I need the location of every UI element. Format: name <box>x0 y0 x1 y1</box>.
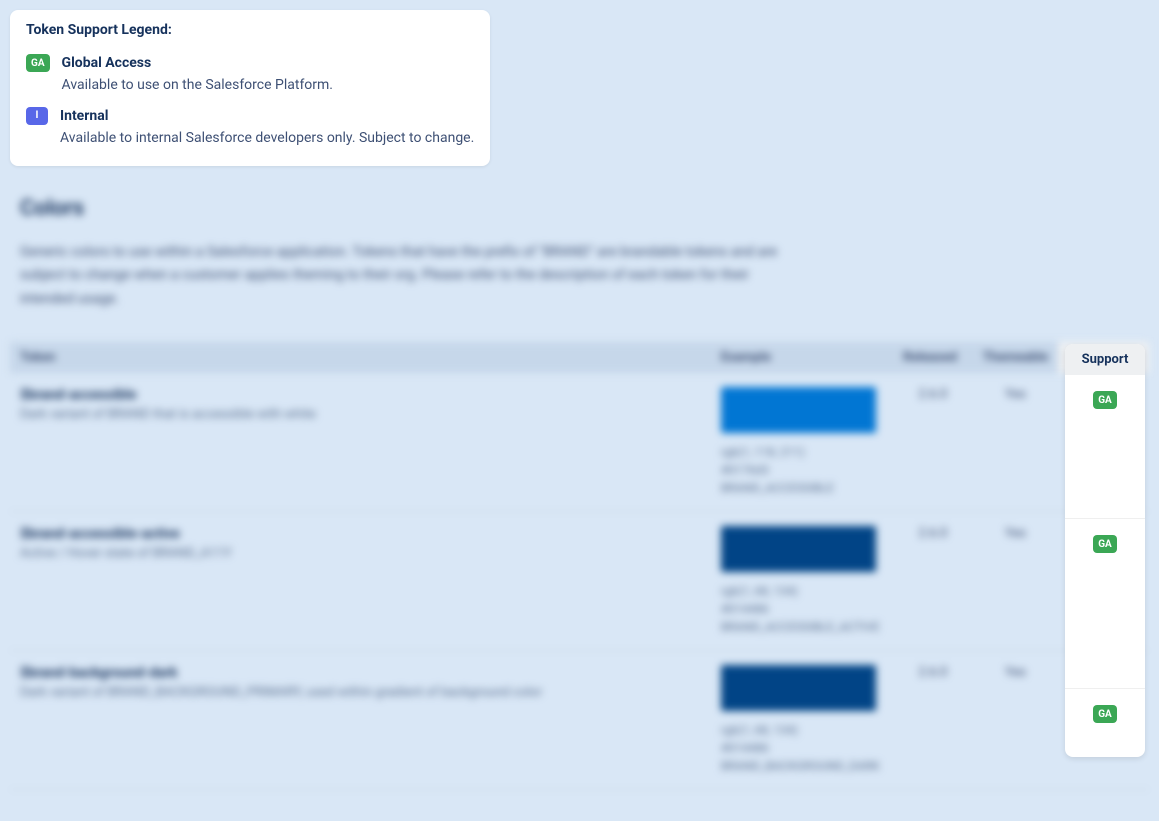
released-cell: 2.6.0 <box>893 650 973 789</box>
token-desc: Dark variant of BRAND_BACKGROUND_PRIMARY… <box>20 685 701 700</box>
badge-i-icon: I <box>26 107 48 125</box>
badge-ga-icon: GA <box>1093 535 1117 553</box>
legend-item-ga: GA Global Access Available to use on the… <box>26 52 474 97</box>
badge-ga-icon: GA <box>26 54 50 72</box>
section-heading: Colors <box>10 196 1149 221</box>
table-row: $brand-accessible-active Active / Hover … <box>10 511 1149 650</box>
color-rgb: rgb(1, 68, 134) <box>721 721 883 739</box>
token-desc: Dark variant of BRAND that is accessible… <box>20 407 701 422</box>
color-values: rgb(1, 68, 134) #014486 BRAND_BACKGROUND… <box>721 721 883 775</box>
support-cell: GA <box>1065 689 1145 757</box>
token-cell: $brand-accessible Dark variant of BRAND … <box>10 373 711 512</box>
token-table: Token Example Released Themeable Support… <box>10 342 1149 790</box>
legend-text: Global Access Available to use on the Sa… <box>62 52 333 97</box>
support-cell: GA <box>1065 519 1145 689</box>
legend-item-internal: I Internal Available to internal Salesfo… <box>26 105 474 150</box>
example-cell: rgb(1, 68, 134) #014486 BRAND_BACKGROUND… <box>711 650 893 789</box>
token-name: $brand-background-dark <box>20 665 701 681</box>
token-cell: $brand-background-dark Dark variant of B… <box>10 650 711 789</box>
token-cell: $brand-accessible-active Active / Hover … <box>10 511 711 650</box>
color-hex: #014486 <box>721 600 883 618</box>
color-values: rgb(1, 118, 211) #0176d3 BRAND_ACCESSIBL… <box>721 443 883 497</box>
token-name: $brand-accessible-active <box>20 526 701 542</box>
color-constant: BRAND_ACCESSIBLE_ACTIVE <box>721 618 883 636</box>
blurred-background: Colors Generic colors to use within a Sa… <box>10 196 1149 790</box>
themeable-cell: Yes <box>973 650 1058 789</box>
legend-name: Internal <box>60 105 474 127</box>
example-cell: rgb(1, 118, 211) #0176d3 BRAND_ACCESSIBL… <box>711 373 893 512</box>
legend-desc: Available to use on the Salesforce Platf… <box>62 74 333 96</box>
token-desc: Active / Hover state of BRAND_A11Y <box>20 546 701 561</box>
color-values: rgb(1, 68, 134) #014486 BRAND_ACCESSIBLE… <box>721 582 883 636</box>
color-swatch <box>721 387 876 433</box>
color-constant: BRAND_ACCESSIBLE <box>721 479 883 497</box>
legend-card: Token Support Legend: GA Global Access A… <box>10 10 490 166</box>
color-swatch <box>721 526 876 572</box>
example-cell: rgb(1, 68, 134) #014486 BRAND_ACCESSIBLE… <box>711 511 893 650</box>
section-description: Generic colors to use within a Salesforc… <box>10 241 790 312</box>
support-header-overlay: Support <box>1065 344 1145 375</box>
table-header-row: Token Example Released Themeable Support <box>10 342 1149 373</box>
badge-ga-icon: GA <box>1093 705 1117 723</box>
header-released: Released <box>893 342 973 373</box>
badge-ga-icon: GA <box>1093 391 1117 409</box>
table-row: $brand-accessible Dark variant of BRAND … <box>10 373 1149 512</box>
legend-text: Internal Available to internal Salesforc… <box>60 105 474 150</box>
themeable-cell: Yes <box>973 373 1058 512</box>
themeable-cell: Yes <box>973 511 1058 650</box>
header-themeable: Themeable <box>973 342 1058 373</box>
color-swatch <box>721 665 876 711</box>
support-column-overlay: Support GA GA GA <box>1065 344 1145 757</box>
token-name: $brand-accessible <box>20 387 701 403</box>
released-cell: 2.6.0 <box>893 373 973 512</box>
header-token: Token <box>10 342 711 373</box>
color-hex: #0176d3 <box>721 461 883 479</box>
support-cell: GA <box>1065 375 1145 519</box>
table-row: $brand-background-dark Dark variant of B… <box>10 650 1149 789</box>
color-hex: #014486 <box>721 739 883 757</box>
legend-desc: Available to internal Salesforce develop… <box>60 127 474 149</box>
legend-title: Token Support Legend: <box>26 22 474 38</box>
legend-name: Global Access <box>62 52 333 74</box>
released-cell: 2.6.0 <box>893 511 973 650</box>
color-constant: BRAND_BACKGROUND_DARK <box>721 757 883 775</box>
color-rgb: rgb(1, 118, 211) <box>721 443 883 461</box>
color-rgb: rgb(1, 68, 134) <box>721 582 883 600</box>
header-example: Example <box>711 342 893 373</box>
